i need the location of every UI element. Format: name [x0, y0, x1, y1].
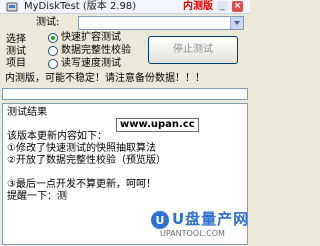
radio-label: 数据完整性校验 [61, 45, 131, 56]
stop-test-button[interactable]: 停止测试 [148, 36, 238, 64]
log-line: ③最后一点开发不算更新，呵呵！ [7, 179, 156, 190]
radio-button[interactable] [48, 46, 58, 56]
log-line: ①修改了快速测试的快照抽取算法 [7, 143, 156, 154]
test-mode-label-2: 测试 [6, 46, 26, 57]
radio-button[interactable] [48, 33, 58, 43]
radio-button[interactable] [48, 59, 58, 69]
window-title: MyDiskTest (版本 2.98) [24, 1, 137, 12]
close-button[interactable]: × [232, 1, 243, 12]
drive-label: 测试: [36, 17, 60, 28]
radio-label: 读写速度测试 [61, 58, 121, 69]
site-watermark: www.upan.cc [116, 118, 199, 132]
drive-select[interactable] [78, 16, 244, 30]
chevron-down-icon[interactable] [230, 17, 243, 29]
logo-url: UPANTOOL.COM [160, 229, 225, 238]
log-line: 提醒一下：测 [7, 191, 67, 202]
app-icon [6, 2, 18, 12]
logo-text: U盘量产网 [172, 210, 250, 228]
radio-label: 快速扩容测试 [61, 32, 121, 43]
log-line: ②开放了数据完整性校验（预览版） [7, 155, 166, 166]
title-bar[interactable]: MyDiskTest (版本 2.98) 内测版 _ × [0, 0, 250, 14]
minimize-button[interactable]: _ [217, 1, 228, 12]
progress-bar [2, 88, 248, 100]
svg-text:U: U [156, 214, 165, 227]
log-line: 该版本更新内容如下： [7, 131, 107, 142]
test-mode-label-1: 选择 [6, 34, 26, 45]
warning-text: 内测版，可能不稳定！请注意备份数据！！！ [5, 73, 205, 84]
log-line: 测试结果 [7, 107, 47, 118]
app-window: MyDiskTest (版本 2.98) 内测版 _ × 测试: 选择 测试 项… [0, 0, 250, 246]
beta-badge: 内测版 [183, 1, 213, 12]
test-mode-label-3: 项目 [6, 58, 26, 69]
